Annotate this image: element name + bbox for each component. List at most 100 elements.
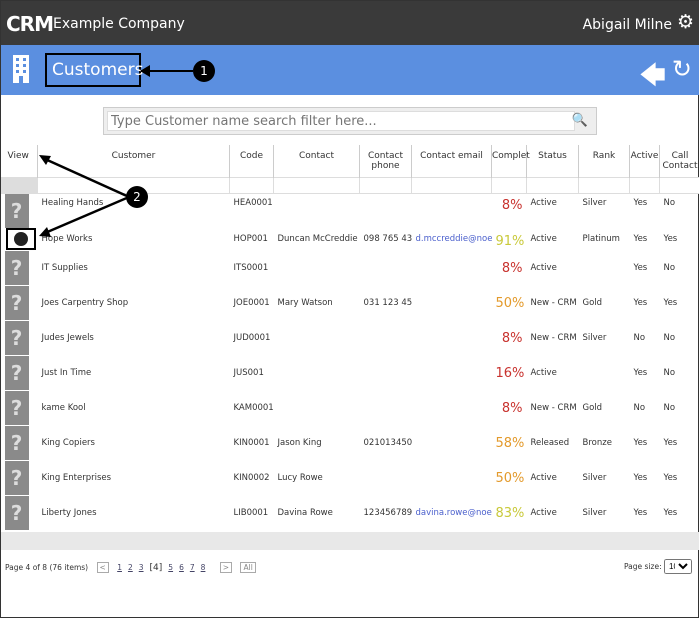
filter-cell[interactable] (659, 176, 699, 194)
column-header[interactable]: Status (526, 145, 579, 177)
active: No (633, 333, 646, 343)
code: JOE0001 (233, 298, 270, 308)
page-size-select[interactable]: 10 (664, 559, 692, 574)
table-row[interactable]: ? Judes Jewels JUD0001 8% New - CRM Silver No N… (2, 321, 699, 356)
gear-icon[interactable]: ⚙ (677, 11, 694, 33)
call-contact: Yes (663, 438, 678, 448)
callout-2: 2 (126, 186, 148, 208)
filter-cell[interactable] (491, 176, 527, 194)
call-contact: Yes (663, 233, 678, 244)
column-header[interactable]: Call Contact (659, 145, 699, 177)
customer-name[interactable]: Joes Carpentry Shop (38, 286, 230, 321)
status: Active (530, 368, 557, 378)
question-icon[interactable]: ? (4, 461, 29, 495)
page-header: Customers 1 🡄 ↻ (1, 45, 699, 95)
rank: Gold (582, 298, 603, 308)
email[interactable] (412, 356, 492, 391)
back-arrow-icon[interactable]: 🡄 (639, 57, 666, 101)
code: KIN0001 (233, 438, 270, 448)
search-icon[interactable]: 🔍 (572, 113, 588, 128)
complete-percent: 50% (495, 470, 525, 486)
question-icon[interactable]: ? (4, 251, 29, 285)
column-header[interactable]: Rank (578, 145, 630, 177)
question-icon[interactable]: ? (4, 496, 29, 530)
table-row[interactable]: ? Just In Time JUS001 16% Active Yes No (2, 356, 699, 391)
table-row[interactable]: ? kame Kool KAM0001 8% New - CRM Gold No No (2, 391, 699, 426)
rank: Silver (582, 508, 607, 518)
email[interactable] (412, 193, 492, 228)
column-header[interactable]: Contact phone (359, 145, 412, 177)
question-icon[interactable]: ? (4, 286, 29, 320)
table-row[interactable]: ? Joes Carpentry Shop JOE0001 Mary Watson 03… (2, 286, 699, 321)
status: New - CRM (530, 333, 577, 343)
question-icon[interactable]: ? (4, 391, 29, 425)
active: Yes (633, 197, 648, 208)
filter-cell[interactable] (273, 176, 360, 194)
email[interactable] (412, 461, 492, 496)
customer-name[interactable]: Just In Time (38, 356, 230, 391)
code: HOP001 (233, 233, 268, 244)
rank (579, 356, 630, 391)
complete-percent: 8% (501, 260, 523, 276)
all-pages-button[interactable]: All (240, 562, 256, 573)
filter-cell[interactable] (359, 176, 412, 194)
active: Yes (633, 233, 648, 244)
complete-percent: 8% (501, 330, 523, 346)
email[interactable] (412, 321, 492, 356)
call-contact: Yes (663, 298, 678, 308)
email[interactable] (412, 286, 492, 321)
question-icon[interactable]: ? (4, 356, 29, 390)
filter-cell[interactable] (411, 176, 492, 194)
table-row[interactable]: ? IT Supplies ITS0001 8% Active Yes No (2, 251, 699, 286)
column-header[interactable]: Active (629, 145, 660, 177)
page-link[interactable]: 1 (117, 563, 122, 572)
email[interactable] (412, 391, 492, 426)
page-link[interactable]: 8 (201, 563, 206, 572)
filter-cell[interactable] (629, 176, 660, 194)
page-link[interactable]: [4] (150, 563, 163, 573)
company-name: Example Company (53, 16, 185, 32)
column-header[interactable]: Contact email (411, 145, 492, 177)
column-header[interactable]: Code (229, 145, 274, 177)
page-link[interactable]: 3 (139, 563, 144, 572)
email[interactable]: davina.rowe@noem (412, 496, 492, 531)
page-link[interactable]: 2 (128, 563, 133, 572)
customer-name[interactable]: King Copiers (38, 426, 230, 461)
prev-page-button[interactable]: < (96, 562, 109, 573)
pager-info: Page 4 of 8 (76 items) (5, 563, 89, 572)
email[interactable]: d.mccreddie@noem (412, 228, 492, 251)
active: Yes (633, 263, 648, 273)
filter-cell[interactable] (526, 176, 579, 194)
table-row[interactable]: ? King CopiersKIN0001 Jason King 0210134508… (2, 426, 699, 461)
user-name[interactable]: Abigail Milne (583, 17, 672, 33)
table-row[interactable]: ? Liberty Jones LIB0001 Davina Rowe 12345678… (2, 496, 699, 531)
active: Yes (633, 508, 648, 518)
status: Released (530, 438, 570, 448)
customer-name[interactable]: King Enterprises (38, 461, 230, 496)
filter-cell[interactable] (229, 176, 274, 194)
next-page-button[interactable]: > (219, 562, 233, 573)
refresh-icon[interactable]: ↻ (672, 55, 692, 83)
question-icon[interactable]: ? (4, 321, 29, 355)
rank: Platinum (582, 233, 620, 244)
search-input[interactable] (107, 111, 575, 131)
rank: Silver (582, 197, 607, 208)
contact: Jason King (277, 438, 322, 448)
phone: 123456789 (363, 508, 412, 518)
page-link[interactable]: 5 (168, 563, 173, 572)
page-link[interactable]: 6 (179, 563, 184, 572)
filter-cell[interactable] (578, 176, 630, 194)
table-row[interactable]: ? King Enterprises KIN0002 Lucy Rowe 50% Acti… (2, 461, 699, 496)
top-bar: CRM Example Company Abigail Milne ⚙ (1, 1, 699, 45)
customer-name[interactable]: IT Supplies (38, 251, 230, 286)
customer-name[interactable]: Liberty Jones (38, 496, 230, 531)
phone (360, 321, 412, 356)
customer-name[interactable]: Judes Jewels (38, 321, 230, 356)
question-icon[interactable]: ? (4, 426, 29, 460)
column-header[interactable]: Contact (273, 145, 360, 177)
column-header[interactable]: Complet (491, 145, 530, 177)
email[interactable] (412, 251, 492, 286)
customer-name[interactable]: kame Kool (38, 391, 230, 426)
email[interactable] (412, 426, 492, 461)
page-link[interactable]: 7 (190, 563, 195, 572)
